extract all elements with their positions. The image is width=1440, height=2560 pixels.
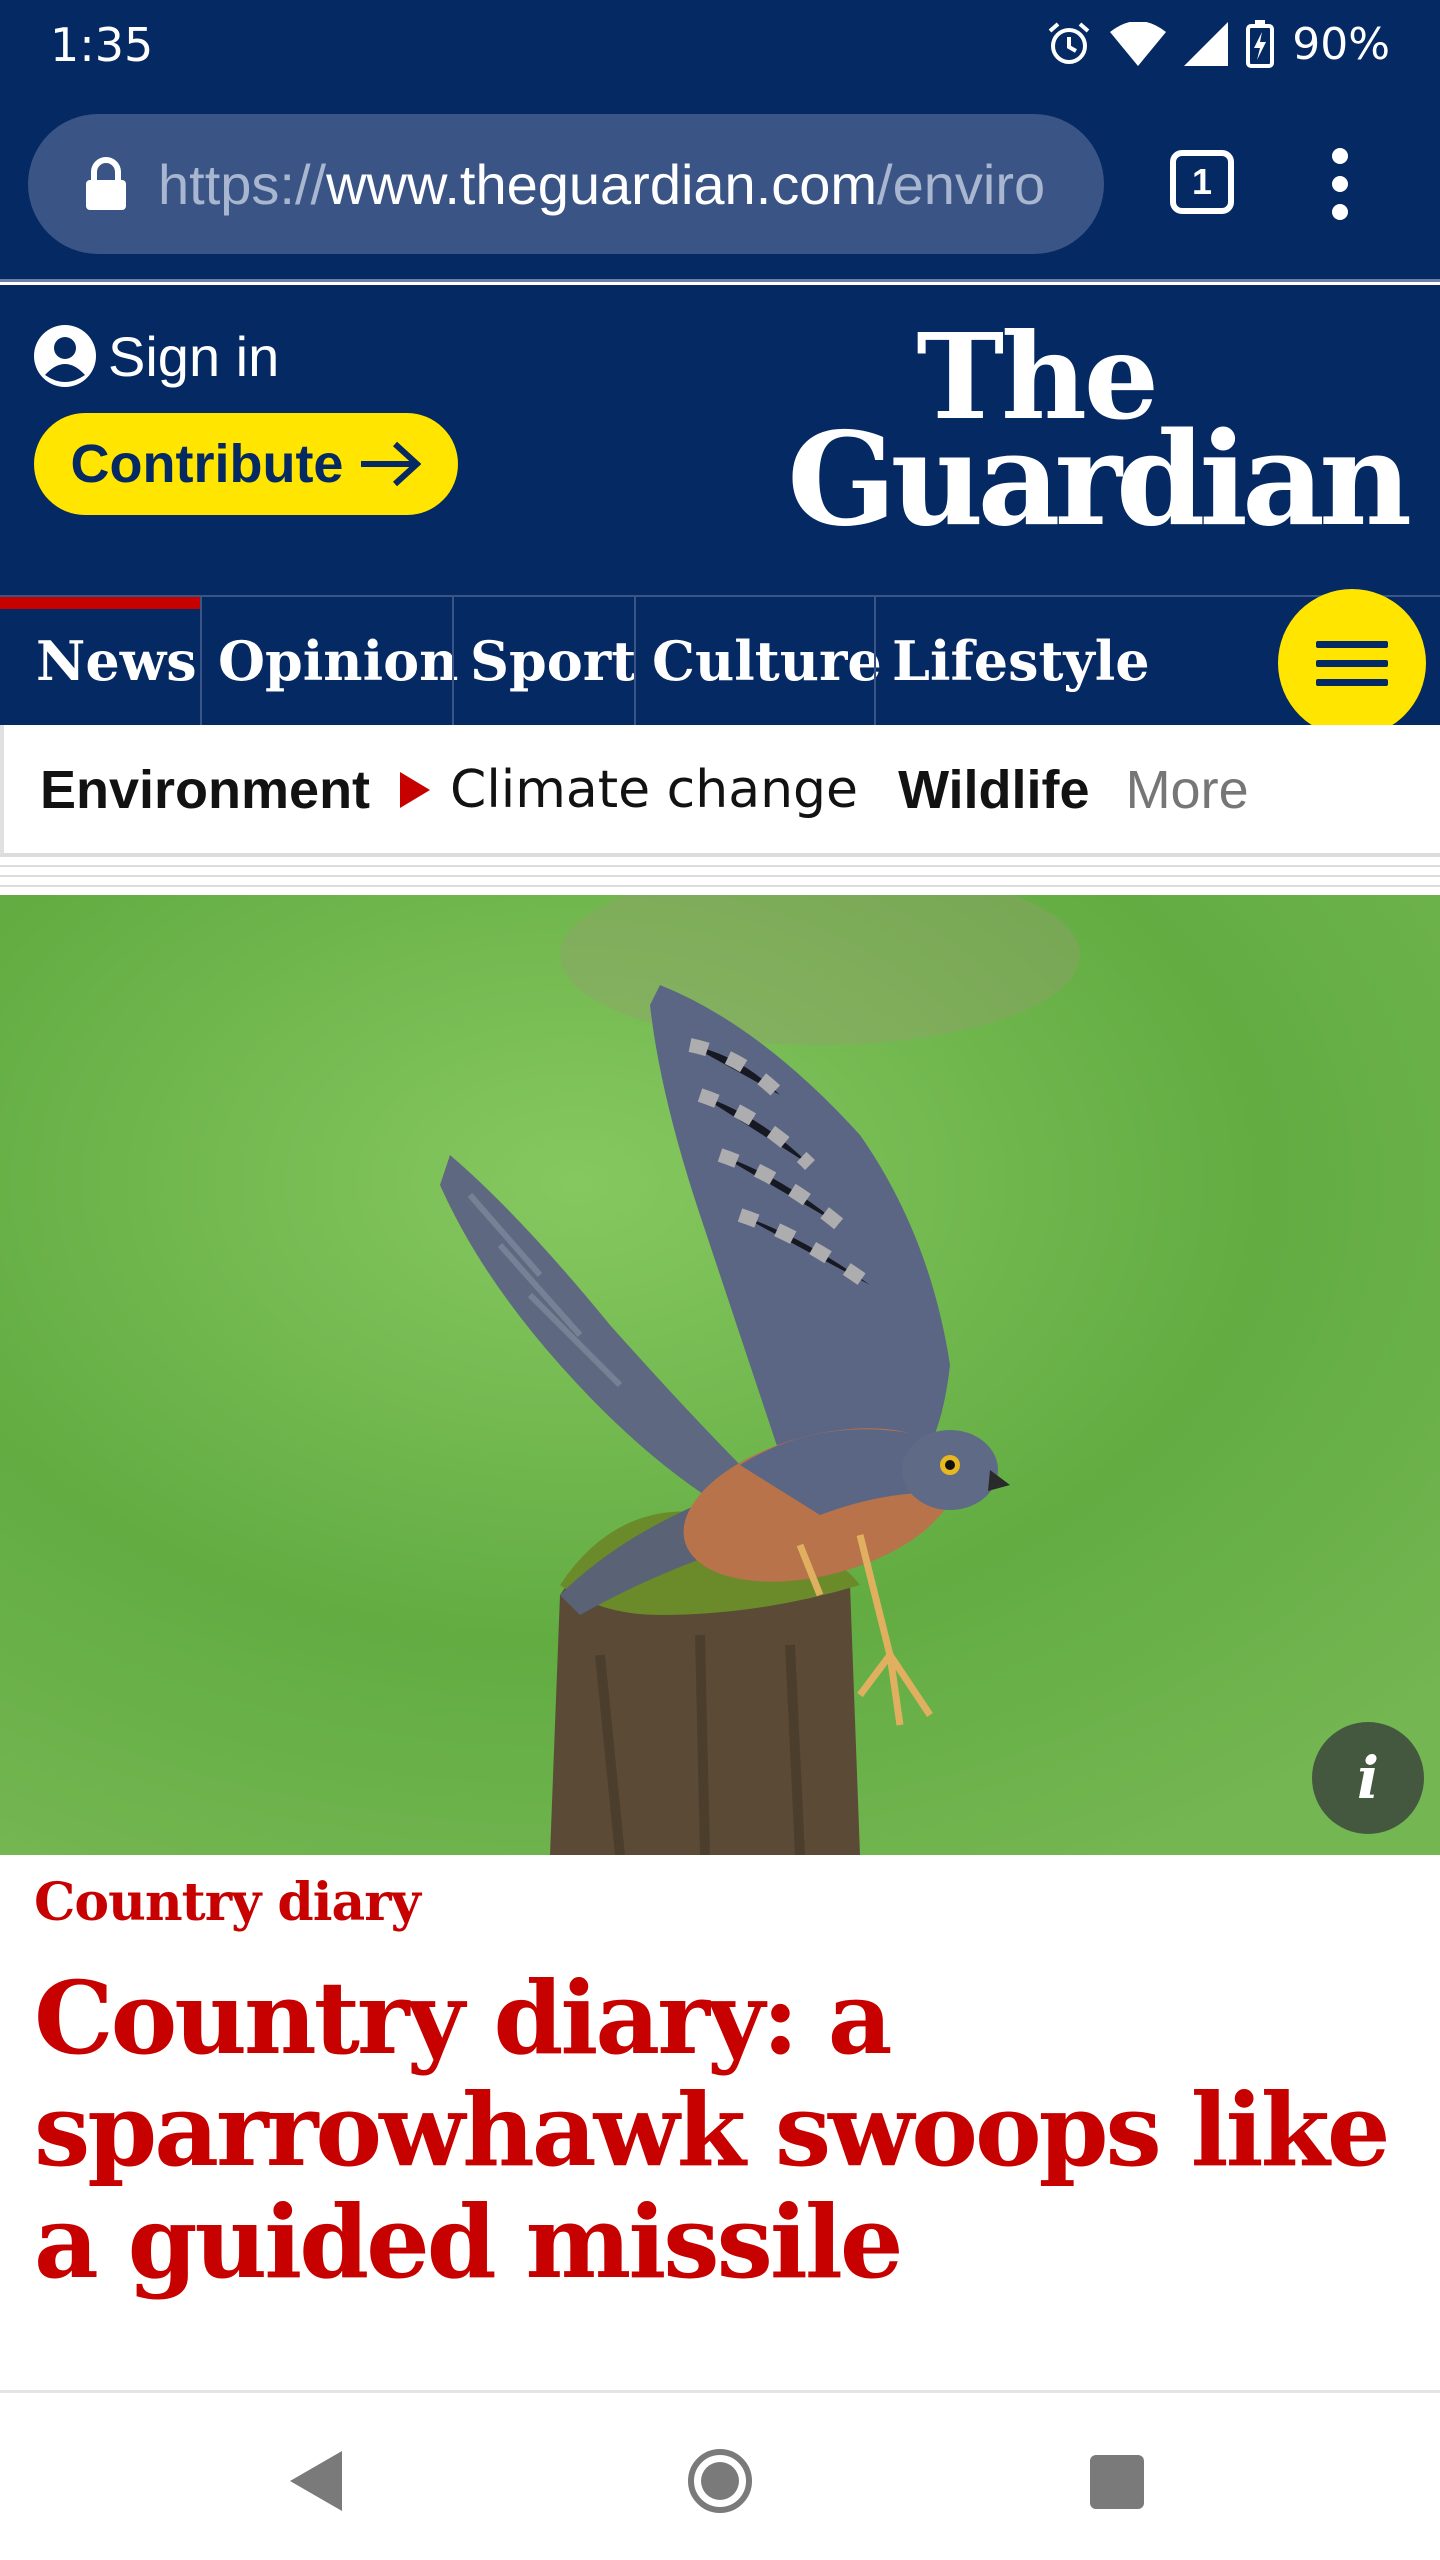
alarm-icon (1048, 22, 1090, 64)
contribute-button[interactable]: Contribute (34, 413, 458, 515)
tab-switcher-button[interactable]: 1 (1170, 150, 1234, 214)
url-bar[interactable]: https://www.theguardian.com/enviro (28, 114, 1104, 254)
url-path: /enviro (877, 153, 1046, 216)
image-info-button[interactable]: i (1312, 1722, 1424, 1834)
home-icon[interactable] (688, 2449, 752, 2513)
arrow-right-icon (361, 441, 422, 487)
subnav-row: Environment Climate change Wildlife More (40, 755, 1249, 825)
sparrowhawk-illustration (0, 895, 1440, 1855)
url-text[interactable]: https://www.theguardian.com/enviro (158, 150, 1078, 220)
status-bar: 1:35 90% (0, 0, 1440, 88)
status-time: 1:35 (50, 18, 154, 72)
status-icons: 90% (1046, 16, 1390, 72)
pillar-culture[interactable]: Culture (634, 597, 882, 725)
section-subnav: Environment Climate change Wildlife More (0, 725, 1440, 855)
guardian-logo[interactable]: The Guardian (786, 318, 1412, 545)
recent-apps-icon[interactable] (1090, 2455, 1144, 2509)
divider-lines (0, 855, 1440, 895)
url-scheme: https:// (158, 153, 327, 216)
sign-in-link[interactable]: Sign in (34, 321, 279, 391)
pillar-nav: News Opinion Sport Culture Lifestyle (0, 589, 1440, 737)
browser-menu-icon[interactable] (1320, 148, 1360, 220)
hero-image (0, 895, 1440, 1855)
battery-percent: 90% (1292, 18, 1390, 70)
pillar-opinion[interactable]: Opinion (200, 597, 458, 725)
subnav-climate-change[interactable]: Climate change (450, 760, 858, 820)
wifi-icon (1110, 22, 1167, 66)
url-host: www.theguardian.com (326, 153, 878, 216)
signal-icon (1184, 22, 1229, 66)
subnav-wildlife[interactable]: Wildlife (898, 759, 1090, 821)
menu-hamburger-icon[interactable] (1278, 589, 1426, 737)
triangle-right-icon (400, 772, 431, 808)
article-kicker[interactable]: Country diary (34, 1872, 421, 1933)
pillar-sport[interactable]: Sport (452, 597, 636, 725)
logo-guardian: Guardian (787, 405, 1412, 555)
subnav-more[interactable]: More (1126, 759, 1249, 821)
subnav-environment[interactable]: Environment (40, 759, 370, 821)
browser-toolbar: https://www.theguardian.com/enviro 1 (0, 88, 1440, 282)
back-icon[interactable] (290, 2451, 342, 2511)
sign-in-label: Sign in (108, 324, 280, 388)
lock-icon (86, 157, 126, 210)
pillar-lifestyle[interactable]: Lifestyle (874, 597, 1174, 725)
user-icon (34, 325, 96, 387)
article-headline: Country diary: a sparrowhawk swoops like… (34, 1959, 1391, 2301)
pillar-news[interactable]: News (0, 597, 200, 725)
system-nav-bar (0, 2390, 1440, 2560)
battery-charging-icon (1246, 20, 1275, 68)
site-header: Sign in Contribute The Guardian (0, 285, 1440, 595)
contribute-label: Contribute (70, 434, 344, 494)
